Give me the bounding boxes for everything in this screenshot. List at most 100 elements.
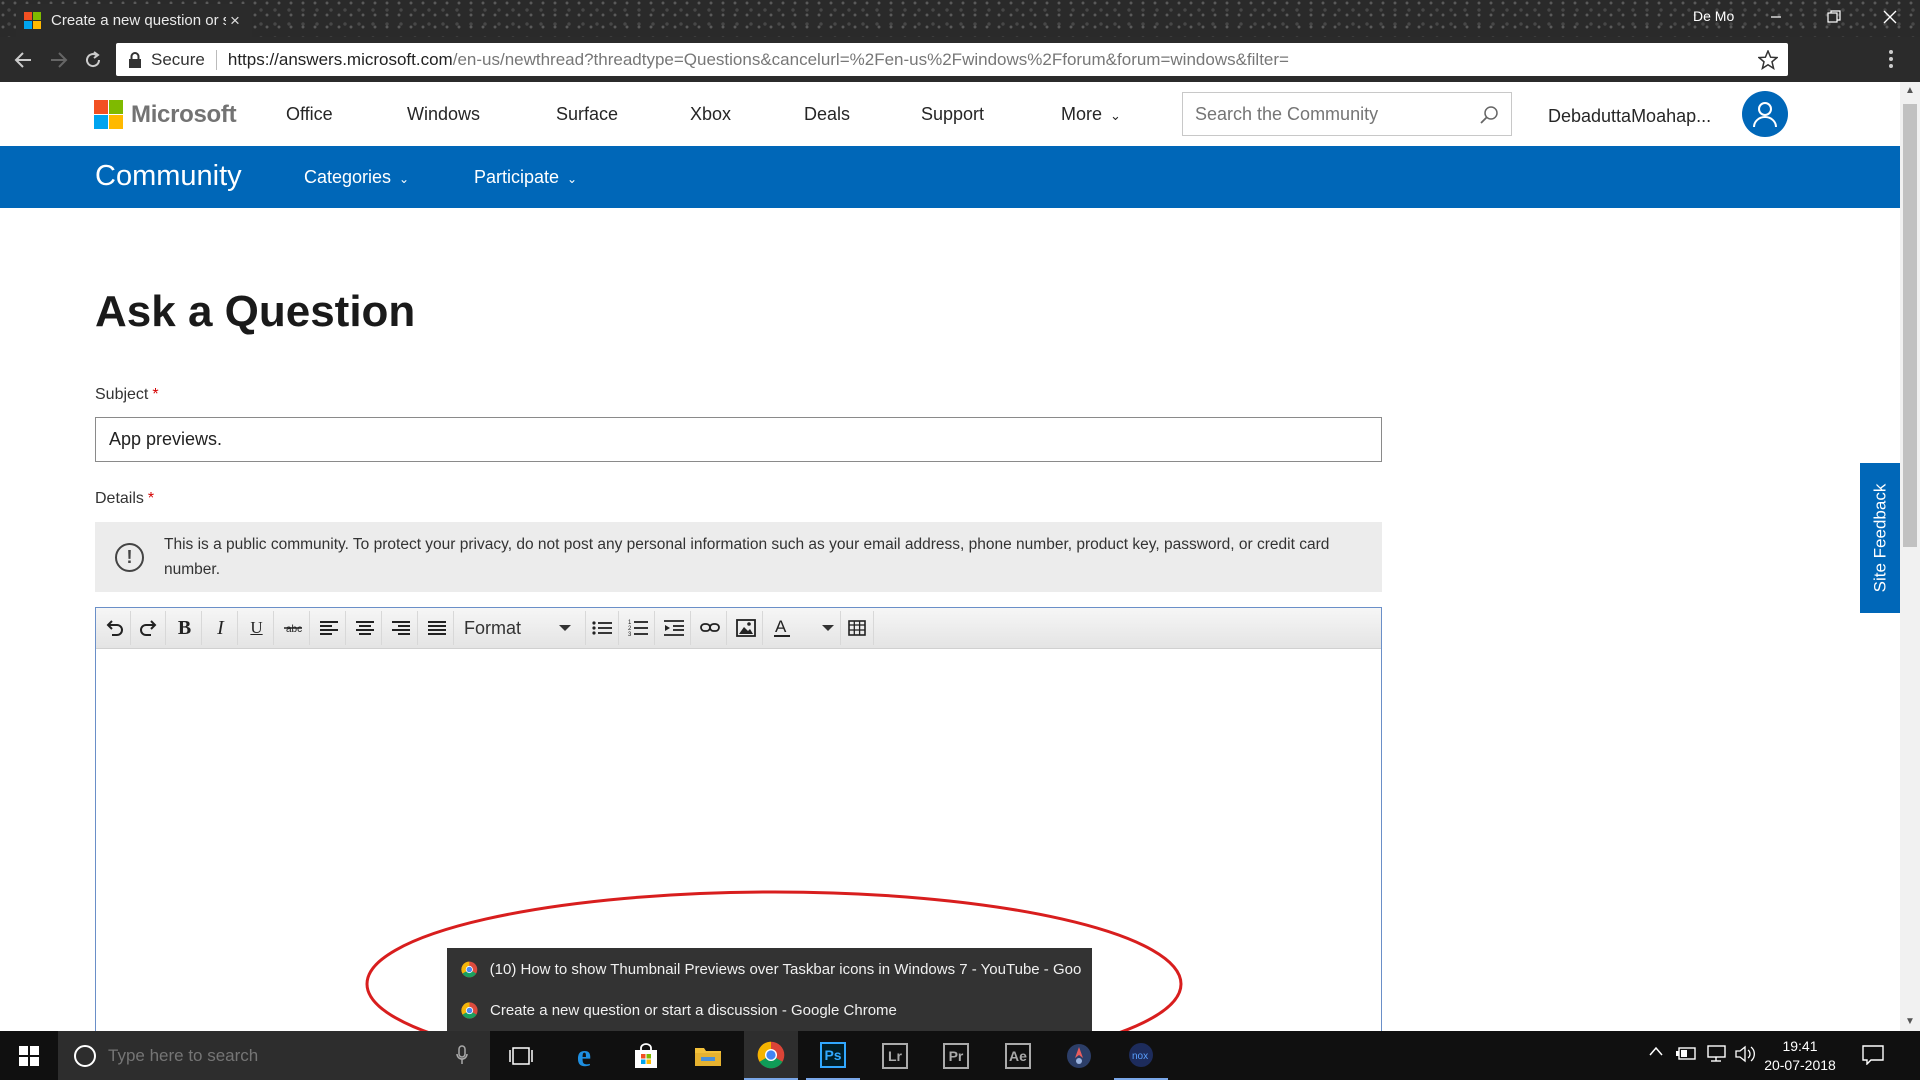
app-2-icon: nox bbox=[1129, 1042, 1153, 1067]
app-1[interactable] bbox=[1052, 1031, 1106, 1080]
format-label: Format bbox=[464, 617, 522, 638]
lightroom-icon: Lr bbox=[882, 1042, 908, 1069]
folder-icon bbox=[695, 1047, 721, 1066]
bullet-list-icon[interactable] bbox=[585, 611, 619, 645]
browser-tab[interactable]: Create a new question or start a discuss… bbox=[16, 4, 252, 37]
chrome-menu-icon[interactable] bbox=[1888, 49, 1894, 69]
details-label-text: Details bbox=[95, 490, 144, 507]
avatar[interactable] bbox=[1742, 91, 1788, 137]
browser-toolbar: Secure https://answers.microsoft.com/en-… bbox=[0, 37, 1920, 82]
app-2[interactable]: nox bbox=[1114, 1031, 1168, 1080]
image-icon[interactable] bbox=[729, 611, 763, 645]
edge-app[interactable]: e bbox=[557, 1031, 611, 1080]
system-clock[interactable]: 19:41 20-07-2018 bbox=[1760, 1037, 1840, 1075]
table-icon[interactable] bbox=[840, 611, 874, 645]
url-host: https://answers.microsoft.com bbox=[227, 49, 453, 69]
battery-icon[interactable] bbox=[1675, 1045, 1697, 1063]
action-center-icon[interactable] bbox=[1862, 1045, 1884, 1065]
bookmark-star-icon[interactable] bbox=[1758, 50, 1778, 70]
network-icon[interactable] bbox=[1705, 1045, 1727, 1063]
url-path: /en-us/newthread?threadtype=Questions&ca… bbox=[452, 49, 1289, 69]
address-bar[interactable]: Secure https://answers.microsoft.com/en-… bbox=[116, 43, 1788, 76]
font-color-caret-icon[interactable] bbox=[822, 625, 834, 631]
undo-icon[interactable] bbox=[97, 611, 131, 645]
privacy-notice-text: This is a public community. To protect y… bbox=[164, 536, 1330, 578]
nav-office[interactable]: Office bbox=[286, 104, 333, 125]
browser-titlebar: Create a new question or start a discuss… bbox=[0, 0, 1920, 37]
nav-support[interactable]: Support bbox=[921, 104, 984, 125]
nav-more-label: More bbox=[1061, 104, 1103, 124]
nav-more[interactable]: More ⌄ bbox=[1061, 104, 1121, 125]
tray-chevron-up-icon[interactable] bbox=[1648, 1045, 1664, 1057]
minimize-button[interactable] bbox=[1748, 0, 1804, 34]
microsoft-logo[interactable]: Microsoft bbox=[94, 100, 237, 129]
windows-logo-icon bbox=[19, 1045, 39, 1066]
subject-field[interactable] bbox=[95, 417, 1382, 462]
scroll-up-icon[interactable]: ▲ bbox=[1900, 82, 1920, 100]
tab-close-icon[interactable]: × bbox=[226, 11, 244, 31]
volume-icon[interactable] bbox=[1735, 1045, 1757, 1063]
chevron-down-icon: ⌄ bbox=[399, 172, 410, 186]
task-view-icon bbox=[509, 1046, 533, 1065]
italic-icon[interactable]: I bbox=[204, 611, 238, 645]
microphone-icon[interactable] bbox=[456, 1045, 468, 1065]
align-left-icon[interactable] bbox=[312, 611, 346, 645]
redo-icon[interactable] bbox=[132, 611, 166, 645]
start-button[interactable] bbox=[0, 1031, 58, 1080]
chevron-down-icon: ⌄ bbox=[567, 172, 578, 186]
nav-windows[interactable]: Windows bbox=[407, 104, 480, 125]
taskbar-search[interactable] bbox=[58, 1031, 490, 1080]
task-view-button[interactable] bbox=[494, 1031, 548, 1080]
info-icon: ! bbox=[115, 542, 144, 572]
privacy-notice: ! This is a public community. To protect… bbox=[95, 522, 1382, 592]
format-dropdown[interactable]: Format bbox=[460, 611, 585, 645]
clock-date: 20-07-2018 bbox=[1764, 1057, 1836, 1073]
font-color-icon[interactable]: A bbox=[765, 611, 799, 645]
community-search[interactable] bbox=[1182, 92, 1512, 136]
page-scrollbar[interactable]: ▲ ▼ bbox=[1900, 82, 1920, 1031]
windows-taskbar: e Ps Lr Pr Ae nox 19:41 20-07-2018 bbox=[0, 1031, 1920, 1080]
photoshop-app[interactable]: Ps bbox=[806, 1031, 860, 1080]
align-center-icon[interactable] bbox=[348, 611, 382, 645]
store-bag-icon bbox=[635, 1042, 657, 1068]
site-feedback-button[interactable]: Site Feedback bbox=[1860, 463, 1900, 613]
microsoft-favicon-icon bbox=[24, 12, 41, 29]
search-icon[interactable] bbox=[1479, 105, 1499, 125]
justify-icon[interactable] bbox=[420, 611, 454, 645]
site-header: Microsoft Office Windows Surface Xbox De… bbox=[0, 82, 1900, 146]
categories-menu[interactable]: Categories ⌄ bbox=[304, 167, 409, 188]
scroll-thumb[interactable] bbox=[1903, 104, 1917, 547]
bold-icon[interactable]: B bbox=[168, 611, 202, 645]
scroll-down-icon[interactable]: ▼ bbox=[1900, 1013, 1920, 1031]
store-app[interactable] bbox=[619, 1031, 673, 1080]
editor-toolbar: B I U abc Format 123 A bbox=[96, 608, 1381, 649]
lightroom-app[interactable]: Lr bbox=[868, 1031, 922, 1080]
reload-icon[interactable] bbox=[80, 47, 106, 73]
strikethrough-icon[interactable]: abc bbox=[276, 611, 310, 645]
restore-button[interactable] bbox=[1806, 0, 1862, 34]
profile-name[interactable]: De Mo bbox=[1693, 8, 1734, 24]
align-right-icon[interactable] bbox=[384, 611, 418, 645]
close-window-button[interactable] bbox=[1862, 0, 1918, 34]
back-arrow-icon[interactable] bbox=[10, 47, 36, 73]
nav-deals[interactable]: Deals bbox=[804, 104, 850, 125]
premiere-app[interactable]: Pr bbox=[929, 1031, 983, 1080]
underline-icon[interactable]: U bbox=[240, 611, 274, 645]
participate-menu[interactable]: Participate ⌄ bbox=[474, 167, 577, 188]
numbered-list-icon[interactable]: 123 bbox=[621, 611, 655, 645]
link-icon[interactable] bbox=[693, 611, 727, 645]
site-feedback-label: Site Feedback bbox=[1870, 483, 1889, 593]
nav-xbox[interactable]: Xbox bbox=[690, 104, 731, 125]
taskbar-search-input[interactable] bbox=[108, 1045, 438, 1066]
chrome-app[interactable] bbox=[744, 1031, 798, 1080]
user-name[interactable]: DebaduttaMoahap... bbox=[1548, 106, 1711, 127]
tab-title: Create a new question or start a discuss… bbox=[51, 12, 226, 29]
search-input[interactable] bbox=[1195, 103, 1465, 125]
indent-icon[interactable] bbox=[657, 611, 691, 645]
forward-arrow-icon[interactable] bbox=[46, 47, 72, 73]
file-explorer-app[interactable] bbox=[681, 1031, 735, 1080]
edge-icon: e bbox=[576, 1037, 592, 1073]
nav-surface[interactable]: Surface bbox=[556, 104, 618, 125]
after-effects-app[interactable]: Ae bbox=[991, 1031, 1045, 1080]
community-title[interactable]: Community bbox=[95, 160, 242, 193]
